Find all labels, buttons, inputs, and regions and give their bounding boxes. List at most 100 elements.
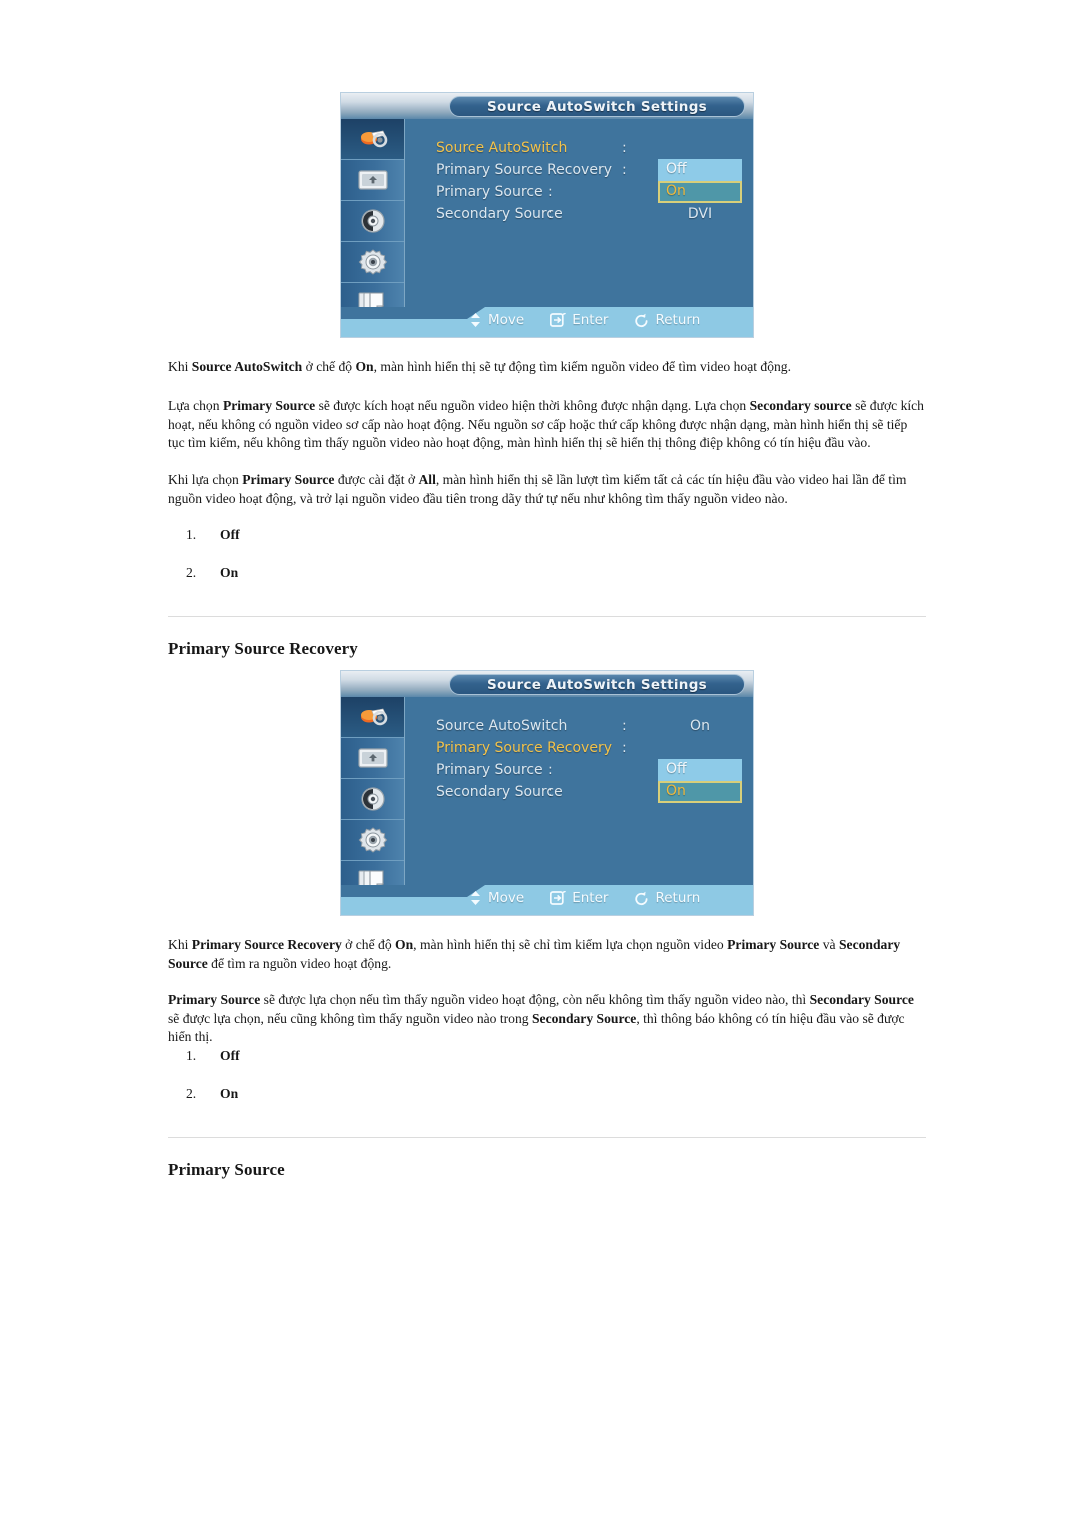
osd-bottom-bar-notch bbox=[341, 885, 485, 897]
osd-hint-list: Move Enter Return bbox=[469, 890, 700, 906]
osd-row-colon: : bbox=[548, 184, 553, 200]
osd-menu-1: Source AutoSwitch Settings Source AutoSwi… bbox=[340, 92, 754, 338]
osd-title: Source AutoSwitch Settings bbox=[449, 96, 745, 117]
osd-sidebar-item-setup-gear[interactable] bbox=[341, 820, 404, 861]
osd-row[interactable]: Source AutoSwitch: bbox=[436, 139, 753, 161]
osd-sidebar-item-picture[interactable] bbox=[341, 697, 404, 738]
paragraph: Lựa chọn Primary Source sẽ được kích hoạ… bbox=[168, 397, 926, 453]
text-run: ở chế độ bbox=[341, 937, 396, 952]
emphasis-term: On bbox=[395, 937, 414, 952]
osd-row-label: Source AutoSwitch bbox=[436, 718, 568, 734]
list-item: 2. On bbox=[168, 565, 240, 581]
osd-hint-enter[interactable]: Enter bbox=[550, 890, 608, 906]
list-item-number: 1. bbox=[186, 1048, 197, 1063]
osd-sidebar-item-screen-adjust[interactable] bbox=[341, 160, 404, 201]
list-item-label: On bbox=[220, 565, 239, 580]
document-page: Source AutoSwitch Settings Source AutoSwi… bbox=[0, 0, 1080, 1527]
text-run: Khi bbox=[168, 359, 192, 374]
osd-option-popup[interactable]: Off On bbox=[658, 759, 742, 803]
text-run: ở chế độ bbox=[302, 359, 356, 374]
osd-row-label: Primary Source bbox=[436, 762, 543, 778]
osd-hint-label: Enter bbox=[572, 312, 609, 328]
text-run: Khi bbox=[168, 937, 192, 952]
list-item-number: 1. bbox=[186, 527, 197, 542]
text-run: để tìm ra nguồn video hoạt động. bbox=[207, 955, 392, 971]
osd-option-on[interactable]: On bbox=[658, 781, 742, 803]
emphasis-term: All bbox=[418, 472, 436, 487]
osd-row-value[interactable]: On bbox=[658, 718, 742, 734]
speaker-icon bbox=[359, 786, 387, 812]
osd-hint-label: Return bbox=[655, 312, 701, 328]
osd-row-label: Secondary Source bbox=[436, 206, 563, 222]
osd-hint-label: Return bbox=[655, 890, 701, 906]
text-run: và bbox=[819, 937, 839, 952]
osd-sidebar-item-screen-adjust[interactable] bbox=[341, 738, 404, 779]
list-item-label: On bbox=[220, 1086, 239, 1101]
text-run: Lựa chọn bbox=[168, 398, 223, 413]
text-run: Khi lựa chọn bbox=[168, 472, 243, 487]
osd-hint-return[interactable]: Return bbox=[634, 890, 700, 906]
screen-adjust-icon bbox=[357, 168, 389, 192]
emphasis-term: Primary Source Recovery bbox=[191, 937, 342, 952]
osd-sidebar-item-speaker[interactable] bbox=[341, 779, 404, 820]
osd-row[interactable]: Source AutoSwitch: On bbox=[436, 717, 753, 739]
paragraph: Primary Source sẽ được lựa chọn nếu tìm … bbox=[168, 991, 926, 1047]
setup-gear-icon bbox=[358, 248, 388, 276]
text-run: sẽ được lựa chọn nếu tìm thấy nguồn vide… bbox=[260, 992, 810, 1007]
osd-row-colon: : bbox=[548, 784, 553, 800]
osd-hint-move[interactable]: Move bbox=[469, 890, 524, 906]
picture-icon bbox=[358, 704, 388, 730]
osd-row-colon: : bbox=[622, 718, 627, 734]
osd-bottom-bar: Move Enter Return bbox=[341, 307, 753, 337]
osd-hint-list: Move Enter Return bbox=[469, 312, 700, 328]
osd-row-label: Source AutoSwitch bbox=[436, 140, 568, 156]
osd-row-colon: : bbox=[622, 162, 627, 178]
screen-adjust-icon bbox=[357, 746, 389, 770]
osd-row-list: Source AutoSwitch: Primary Source Recover… bbox=[436, 139, 753, 227]
updown-arrow-icon bbox=[469, 891, 482, 905]
osd-hint-label: Move bbox=[488, 890, 525, 906]
list-item: 1. Off bbox=[168, 1048, 240, 1064]
osd-sidebar bbox=[341, 119, 405, 337]
emphasis-term: Secondary Source bbox=[809, 992, 914, 1007]
osd-option-on[interactable]: On bbox=[658, 181, 742, 203]
osd-hint-label: Move bbox=[488, 312, 525, 328]
list-item-number: 2. bbox=[186, 1086, 197, 1101]
emphasis-term: Primary Source bbox=[168, 992, 261, 1007]
osd-hint-move[interactable]: Move bbox=[469, 312, 524, 328]
speaker-icon bbox=[359, 208, 387, 234]
updown-arrow-icon bbox=[469, 313, 482, 327]
osd-hint-enter[interactable]: Enter bbox=[550, 312, 608, 328]
paragraph: Khi Source AutoSwitch ở chế độ On, màn h… bbox=[168, 358, 926, 377]
paragraph: Khi lựa chọn Primary Source được cài đặt… bbox=[168, 471, 926, 508]
osd-sidebar-item-picture[interactable] bbox=[341, 119, 404, 160]
osd-sidebar-item-setup-gear[interactable] bbox=[341, 242, 404, 283]
osd-option-off[interactable]: Off bbox=[658, 759, 742, 781]
list-item: 1. Off bbox=[168, 527, 240, 543]
osd-hint-return[interactable]: Return bbox=[634, 312, 700, 328]
osd-row[interactable]: Secondary Source: DVI bbox=[436, 205, 753, 227]
text-run: , màn hình hiển thị sẽ chỉ tìm kiếm lựa … bbox=[413, 937, 728, 952]
osd-row-label: Primary Source bbox=[436, 184, 543, 200]
osd-row-colon: : bbox=[548, 206, 553, 222]
osd-row-label: Primary Source Recovery bbox=[436, 740, 612, 756]
section-heading: Primary Source bbox=[168, 1160, 285, 1179]
osd-hint-label: Enter bbox=[572, 890, 609, 906]
osd-body: Source AutoSwitch: On Primary Source Recov… bbox=[405, 697, 753, 885]
option-list: 1. Off 2. On bbox=[168, 1048, 240, 1102]
osd-row[interactable]: Primary Source Recovery: bbox=[436, 739, 753, 761]
emphasis-term: Secondary source bbox=[749, 398, 852, 413]
osd-row-label: Primary Source Recovery bbox=[436, 162, 612, 178]
osd-sidebar bbox=[341, 697, 405, 915]
osd-row-colon: : bbox=[622, 140, 627, 156]
osd-sidebar-item-speaker[interactable] bbox=[341, 201, 404, 242]
emphasis-term: Secondary Source bbox=[531, 1010, 637, 1026]
osd-option-off[interactable]: Off bbox=[658, 159, 742, 181]
emphasis-term: Primary Source bbox=[727, 937, 820, 952]
osd-row-value[interactable]: DVI bbox=[658, 206, 742, 222]
osd-row-colon: : bbox=[622, 740, 627, 756]
emphasis-term: On bbox=[355, 359, 374, 374]
osd-body: Source AutoSwitch: Primary Source Recover… bbox=[405, 119, 753, 307]
setup-gear-icon bbox=[358, 826, 388, 854]
osd-option-popup[interactable]: Off On bbox=[658, 159, 742, 203]
